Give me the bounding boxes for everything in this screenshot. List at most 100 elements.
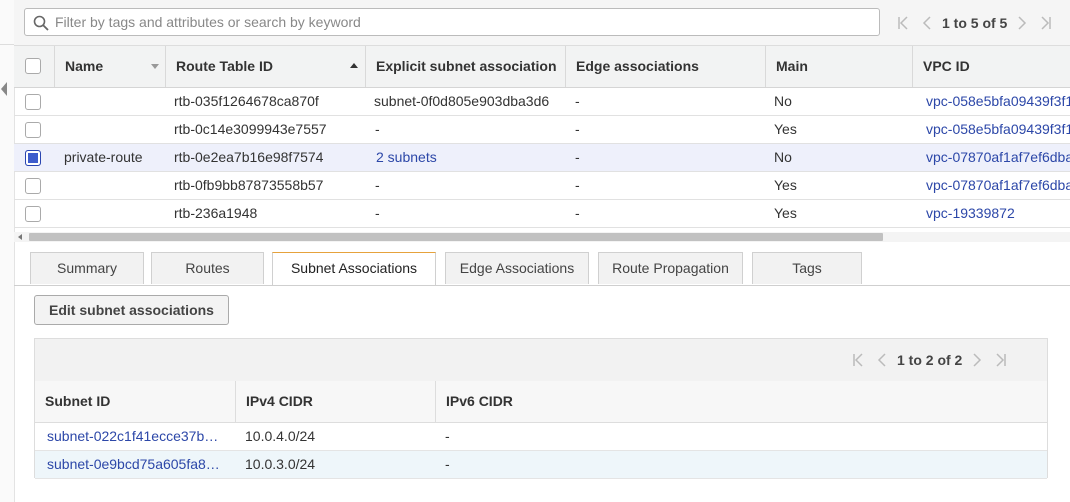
horizontal-scrollbar[interactable] — [14, 232, 1070, 242]
cell-name — [64, 172, 164, 200]
cell-ipv6-cidr: - — [445, 456, 450, 472]
column-header-ipv6-cidr[interactable]: IPv6 CIDR — [435, 381, 1047, 422]
filter-bar: 1 to 5 of 5 — [14, 0, 1070, 46]
subnet-id-link[interactable]: subnet-022c1f41ecce37b… — [47, 423, 225, 451]
cell-ipv4-cidr: 10.0.4.0/24 — [245, 428, 316, 444]
table-row-selected[interactable]: private-route rtb-0e2ea7b16e98f7574 2 su… — [14, 144, 1070, 172]
prev-page-icon[interactable] — [920, 14, 934, 32]
tab-route-propagation[interactable]: Route Propagation — [598, 252, 743, 284]
row-checkbox[interactable] — [25, 122, 41, 138]
cell-explicit-subnet: - — [375, 121, 380, 137]
cell-route-table-id: rtb-0e2ea7b16e98f7574 — [174, 149, 324, 165]
table-row: subnet-0e9bcd75a605fa8… 10.0.3.0/24 - — [35, 451, 1047, 479]
column-header-name[interactable]: Name — [54, 46, 165, 87]
row-checkbox-checked[interactable] — [25, 150, 41, 166]
row-checkbox[interactable] — [25, 94, 41, 110]
sub-table-header: Subnet ID IPv4 CIDR IPv6 CIDR — [35, 381, 1047, 423]
edit-subnet-associations-button[interactable]: Edit subnet associations — [34, 295, 229, 325]
tab-tags[interactable]: Tags — [752, 252, 862, 284]
pagination-text: 1 to 2 of 2 — [897, 352, 963, 368]
vpc-id-link[interactable]: vpc-058e5bfa09439f3f1 — [926, 116, 1070, 144]
row-checkbox[interactable] — [25, 206, 41, 222]
sort-asc-icon[interactable] — [350, 63, 358, 68]
column-header-ipv4-cidr[interactable]: IPv4 CIDR — [235, 381, 435, 422]
prev-page-icon[interactable] — [875, 351, 889, 369]
cell-name: private-route — [64, 149, 143, 165]
pagination-text: 1 to 5 of 5 — [942, 15, 1008, 31]
sub-table-pagination: 1 to 2 of 2 — [851, 351, 1008, 369]
cell-route-table-id: rtb-035f1264678ca870f — [174, 93, 319, 109]
cell-edge: - — [575, 149, 580, 165]
column-header-subnet-id[interactable]: Subnet ID — [35, 381, 235, 422]
scrollbar-thumb[interactable] — [29, 233, 883, 241]
cell-edge: - — [575, 205, 580, 221]
scroll-left-icon[interactable] — [18, 234, 22, 240]
column-header-label: Edge associations — [576, 58, 699, 74]
table-row[interactable]: rtb-0c14e3099943e7557 - - Yes vpc-058e5b… — [14, 116, 1070, 144]
cell-ipv6-cidr: - — [445, 428, 450, 444]
sub-table-toolbar: 1 to 2 of 2 — [35, 339, 1047, 382]
column-header-label: Route Table ID — [176, 58, 273, 74]
collapse-left-icon[interactable] — [1, 82, 7, 96]
column-header-vpc-id[interactable]: VPC ID — [912, 46, 1070, 87]
cell-name — [64, 116, 164, 144]
table-header: Name Route Table ID Explicit subnet asso… — [14, 46, 1070, 88]
column-header-label: VPC ID — [923, 58, 970, 74]
cell-edge: - — [575, 121, 580, 137]
row-checkbox[interactable] — [25, 178, 41, 194]
cell-edge: - — [575, 93, 580, 109]
cell-route-table-id: rtb-236a1948 — [174, 205, 258, 221]
cell-name — [64, 88, 164, 116]
vpc-id-link[interactable]: vpc-058e5bfa09439f3f1 — [926, 88, 1070, 116]
next-page-icon[interactable] — [1015, 14, 1029, 32]
cell-name — [64, 200, 164, 228]
detail-tabs: Summary Routes Subnet Associations Edge … — [14, 252, 1070, 286]
column-header-label: Explicit subnet association — [376, 58, 557, 74]
select-all-checkbox[interactable] — [25, 58, 41, 74]
tab-summary[interactable]: Summary — [30, 252, 144, 284]
table-row[interactable]: rtb-0fb9bb87873558b57 - - Yes vpc-07870a… — [14, 172, 1070, 200]
column-header-route-table-id[interactable]: Route Table ID — [165, 46, 365, 87]
left-gutter — [0, 0, 15, 502]
search-input[interactable] — [55, 9, 865, 35]
search-box — [24, 8, 880, 36]
column-header-explicit-subnet[interactable]: Explicit subnet association — [365, 46, 565, 87]
cell-main: Yes — [774, 121, 797, 137]
table-row[interactable]: rtb-236a1948 - - Yes vpc-19339872 — [14, 200, 1070, 228]
cell-main: Yes — [774, 205, 797, 221]
cell-route-table-id: rtb-0fb9bb87873558b57 — [174, 177, 324, 193]
table-pagination: 1 to 5 of 5 — [896, 14, 1053, 32]
next-page-icon[interactable] — [970, 351, 984, 369]
column-header-label: Name — [65, 58, 104, 74]
column-header-edge-associations[interactable]: Edge associations — [565, 46, 765, 87]
cell-main: No — [774, 93, 792, 109]
tab-routes[interactable]: Routes — [151, 252, 264, 284]
vpc-id-link[interactable]: vpc-07870af1af7ef6dba — [926, 144, 1070, 172]
cell-explicit-subnet: - — [375, 177, 380, 193]
last-page-icon[interactable] — [994, 351, 1008, 369]
first-page-icon[interactable] — [896, 14, 910, 32]
gutter-divider — [0, 44, 14, 45]
first-page-icon[interactable] — [851, 351, 865, 369]
subnet-associations-table: 1 to 2 of 2 Subnet ID IPv4 CIDR IPv6 CID… — [34, 338, 1048, 479]
cell-main: No — [774, 149, 792, 165]
cell-explicit-subnet: - — [375, 205, 380, 221]
cell-route-table-id: rtb-0c14e3099943e7557 — [174, 121, 327, 137]
subnet-id-link[interactable]: subnet-0e9bcd75a605fa8… — [47, 451, 225, 479]
tab-edge-associations[interactable]: Edge Associations — [445, 252, 589, 284]
column-header-label: Main — [776, 58, 808, 74]
cell-ipv4-cidr: 10.0.3.0/24 — [245, 456, 316, 472]
table-row[interactable]: rtb-035f1264678ca870f subnet-0f0d805e903… — [14, 88, 1070, 116]
search-icon — [33, 15, 49, 31]
tab-subnet-associations[interactable]: Subnet Associations — [272, 252, 436, 285]
last-page-icon[interactable] — [1039, 14, 1053, 32]
column-header-main[interactable]: Main — [765, 46, 912, 87]
vpc-id-link[interactable]: vpc-19339872 — [926, 200, 1070, 228]
sort-desc-icon[interactable] — [151, 64, 159, 69]
subnets-link[interactable]: 2 subnets — [376, 144, 566, 172]
cell-explicit-subnet: subnet-0f0d805e903dba3d6 — [374, 93, 550, 109]
cell-edge: - — [575, 177, 580, 193]
select-all-header — [14, 46, 54, 87]
table-row: subnet-022c1f41ecce37b… 10.0.4.0/24 - — [35, 423, 1047, 451]
vpc-id-link[interactable]: vpc-07870af1af7ef6dba — [926, 172, 1070, 200]
